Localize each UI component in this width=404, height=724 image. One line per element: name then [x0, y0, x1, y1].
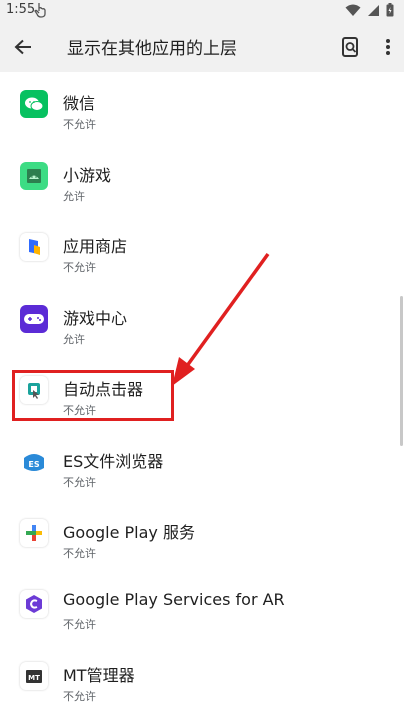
app-store-icon — [20, 233, 48, 261]
permission-status: 不允许 — [63, 547, 96, 560]
status-bar: 1:55 — [0, 0, 404, 22]
permission-status: 不允许 — [63, 618, 96, 631]
app-name: 游戏中心 — [63, 309, 128, 328]
list-item[interactable]: 小游戏 允许 — [0, 144, 400, 212]
wechat-icon — [20, 90, 48, 118]
svg-text:ES: ES — [28, 460, 39, 469]
ar-core-icon — [20, 590, 48, 618]
permission-status: 不允许 — [63, 261, 96, 274]
permission-status: 允许 — [63, 333, 85, 346]
list-item[interactable]: Google Play 服务 不允许 — [0, 501, 400, 569]
svg-text:MT: MT — [28, 674, 40, 682]
wifi-icon — [345, 4, 361, 16]
app-name: MT管理器 — [63, 666, 135, 685]
gamepad-icon — [20, 305, 48, 333]
battery-icon — [386, 3, 394, 17]
more-vert-icon — [386, 39, 390, 55]
list-item[interactable]: 应用商店 不允许 — [0, 215, 400, 283]
permission-status: 不允许 — [63, 476, 96, 489]
more-options-button[interactable] — [378, 34, 398, 60]
app-name: ES文件浏览器 — [63, 452, 164, 471]
highlight-box — [12, 370, 174, 421]
arrow-back-icon — [14, 39, 31, 55]
google-play-services-icon — [20, 519, 48, 547]
list-item[interactable]: Google Play Services for AR 不允许 — [0, 572, 400, 640]
search-button[interactable] — [338, 34, 364, 60]
list-item[interactable]: MT MT管理器 不允许 — [0, 644, 400, 712]
app-bar: 显示在其他应用的上层 — [0, 22, 404, 72]
signal-icon — [368, 4, 379, 16]
touch-hand-icon — [34, 2, 48, 22]
app-name: Google Play Services for AR — [63, 590, 285, 609]
app-name: 小游戏 — [63, 166, 112, 185]
es-file-explorer-icon: ES — [20, 448, 48, 476]
page-title: 显示在其他应用的上层 — [67, 39, 237, 59]
status-time: 1:55 — [6, 2, 36, 17]
mt-manager-icon: MT — [20, 662, 48, 690]
status-icons — [345, 3, 394, 17]
android-icon — [20, 162, 48, 190]
back-button[interactable] — [10, 34, 36, 60]
scrollbar[interactable] — [400, 296, 403, 446]
permission-status: 不允许 — [63, 690, 96, 703]
list-item[interactable]: 微信 不允许 — [0, 72, 400, 140]
list-item[interactable]: ES ES文件浏览器 不允许 — [0, 430, 400, 498]
search-settings-icon — [342, 37, 358, 57]
app-name: 微信 — [63, 94, 96, 113]
permission-status: 不允许 — [63, 118, 96, 131]
permission-status: 允许 — [63, 190, 85, 203]
app-name: Google Play 服务 — [63, 523, 195, 542]
list-item[interactable]: 游戏中心 允许 — [0, 287, 400, 355]
app-name: 应用商店 — [63, 237, 128, 256]
